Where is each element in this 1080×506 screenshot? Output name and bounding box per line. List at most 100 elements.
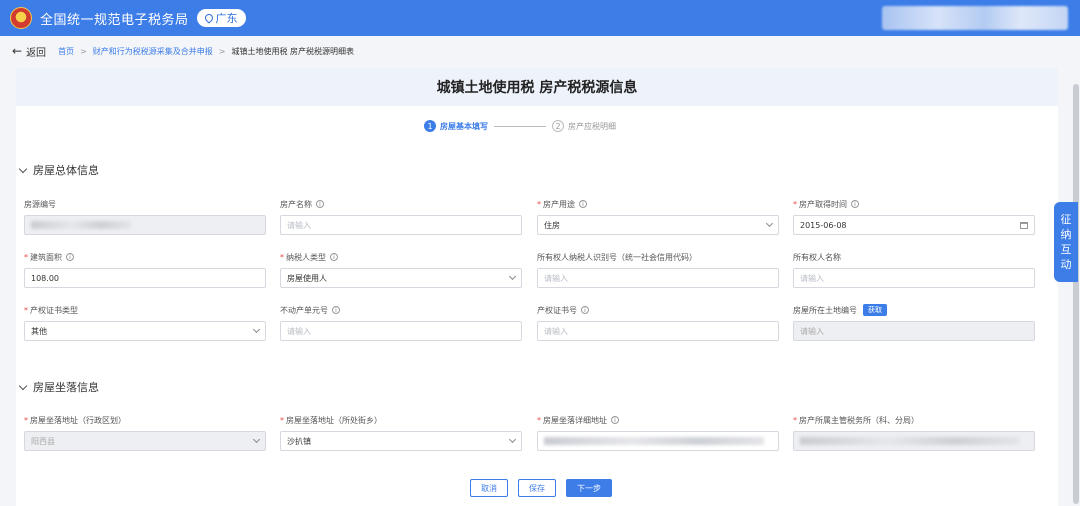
- cert-type-select[interactable]: 其他: [24, 321, 266, 341]
- breadcrumb-declaration[interactable]: 财产和行为税税源采集及合并申报: [93, 46, 213, 57]
- info-icon[interactable]: i: [581, 306, 589, 314]
- chevron-down-icon: [18, 164, 28, 173]
- label-admin-region: 房屋坐落地址（行政区划）: [30, 415, 126, 425]
- field-detail-addr: * 房屋坐落详细地址 i: [537, 414, 779, 451]
- taxpayer-type-select[interactable]: 房屋使用人: [280, 268, 522, 288]
- field-taxpayer-type: * 纳税人类型 i 房屋使用人: [280, 251, 522, 288]
- detail-addr-input[interactable]: [537, 431, 779, 451]
- field-cert-no: 产权证书号 i 请输入: [537, 304, 779, 341]
- step-connector: [494, 125, 546, 127]
- street-select[interactable]: 沙扒镇: [280, 431, 522, 451]
- label-street: 房屋坐落地址（所处街乡）: [286, 415, 382, 425]
- cert-no-input[interactable]: 请输入: [537, 321, 779, 341]
- chevron-down-icon: [252, 325, 261, 334]
- label-taxpayer-type: 纳税人类型: [286, 252, 326, 262]
- top-bar: 全国统一规范电子税务局 广东: [0, 0, 1080, 36]
- breadcrumb: 首页 > 财产和行为税税源采集及合并申报 > 城镇土地使用税 房产税税源明细表: [58, 46, 354, 57]
- tax-office-select: [793, 431, 1035, 451]
- back-label: 返回: [26, 47, 47, 59]
- label-cert-type: 产权证书类型: [30, 305, 78, 315]
- chevron-down-icon: [765, 219, 774, 228]
- admin-region-select: 阳西县: [24, 431, 266, 451]
- field-owner-id: 所有权人纳税人识别号（统一社会信用代码） 请输入: [537, 251, 779, 288]
- section-title-overall: 房屋总体信息: [33, 164, 99, 177]
- section-house-location[interactable]: 房屋坐落信息: [18, 379, 99, 395]
- field-property-use: * 房产用途 i 住房: [537, 198, 779, 235]
- label-property-name: 房产名称: [280, 199, 312, 209]
- chevron-down-icon: [252, 435, 261, 444]
- info-icon[interactable]: i: [332, 306, 340, 314]
- chevron-down-icon: [18, 381, 28, 390]
- label-land-no: 房屋所在土地编号: [793, 305, 857, 315]
- field-unit-no: 不动产单元号 i 请输入: [280, 304, 522, 341]
- step-1-number: 1: [424, 120, 436, 132]
- section-house-overall[interactable]: 房屋总体信息: [18, 162, 99, 178]
- unit-no-input[interactable]: 请输入: [280, 321, 522, 341]
- label-source-no: 房源编号: [24, 199, 56, 209]
- breadcrumb-separator: >: [218, 46, 226, 56]
- label-owner-name: 所有权人名称: [793, 252, 841, 262]
- field-admin-region: * 房屋坐落地址（行政区划） 阳西县: [24, 414, 266, 451]
- breadcrumb-bar: ← 返回 首页 > 财产和行为税税源采集及合并申报 > 城镇土地使用税 房产税税…: [0, 36, 1080, 66]
- chevron-down-icon: [508, 272, 517, 281]
- label-property-use: 房产用途: [543, 199, 575, 209]
- region-selector[interactable]: 广东: [196, 9, 246, 27]
- step-2-label[interactable]: 房产应税明细: [568, 121, 616, 132]
- save-button[interactable]: 保存: [518, 479, 556, 497]
- field-street: * 房屋坐落地址（所处街乡） 沙扒镇: [280, 414, 522, 451]
- location-icon: [202, 12, 215, 24]
- next-step-button[interactable]: 下一步: [566, 479, 612, 497]
- step-2-number: 2: [552, 120, 564, 132]
- area-input[interactable]: 108.00: [24, 268, 266, 288]
- back-button[interactable]: ← 返回: [12, 44, 46, 59]
- label-acquire-time: 房产取得时间: [799, 199, 847, 209]
- app-title: 全国统一规范电子税务局: [40, 12, 189, 28]
- step-1-label[interactable]: 房屋基本填写: [440, 121, 488, 132]
- field-acquire-time: * 房产取得时间 i 2015-06-08: [793, 198, 1035, 235]
- info-icon[interactable]: i: [330, 253, 338, 261]
- redacted-value: [544, 437, 764, 445]
- info-icon[interactable]: i: [66, 253, 74, 261]
- breadcrumb-current: 城镇土地使用税 房产税税源明细表: [231, 46, 355, 56]
- owner-id-input[interactable]: 请输入: [537, 268, 779, 288]
- owner-name-input[interactable]: 请输入: [793, 268, 1035, 288]
- redacted-value: [800, 437, 1020, 445]
- acquire-time-datepicker[interactable]: 2015-06-08: [793, 215, 1035, 235]
- breadcrumb-home[interactable]: 首页: [58, 46, 74, 57]
- calendar-icon[interactable]: [1020, 221, 1028, 229]
- info-icon[interactable]: i: [611, 416, 619, 424]
- tax-emblem-logo: [10, 7, 32, 29]
- scrollbar[interactable]: [1073, 84, 1079, 504]
- interaction-side-tab[interactable]: 征 纳 互 动: [1054, 202, 1078, 282]
- chevron-down-icon: [508, 435, 517, 444]
- source-no-input: [24, 215, 266, 235]
- back-arrow-icon: ←: [12, 44, 23, 58]
- field-owner-name: 所有权人名称 请输入: [793, 251, 1035, 288]
- label-unit-no: 不动产单元号: [280, 305, 328, 315]
- page-title: 城镇土地使用税 房产税税源信息: [436, 80, 638, 96]
- info-icon[interactable]: i: [579, 200, 587, 208]
- field-cert-type: * 产权证书类型 其他: [24, 304, 266, 341]
- label-detail-addr: 房屋坐落详细地址: [543, 415, 607, 425]
- section-title-location: 房屋坐落信息: [33, 381, 99, 394]
- info-icon[interactable]: i: [316, 200, 324, 208]
- user-info-area[interactable]: [882, 6, 1068, 30]
- card-header: 城镇土地使用税 房产税税源信息: [16, 68, 1058, 106]
- property-use-select[interactable]: 住房: [537, 215, 779, 235]
- field-area: * 建筑面积 i 108.00: [24, 251, 266, 288]
- info-icon[interactable]: i: [851, 200, 859, 208]
- field-tax-office: * 房产所属主管税务所（科、分局）: [793, 414, 1035, 451]
- label-cert-no: 产权证书号: [537, 305, 577, 315]
- label-area: 建筑面积: [30, 252, 62, 262]
- property-name-input[interactable]: 请输入: [280, 215, 522, 235]
- form-actions: 取消 保存 下一步: [470, 479, 612, 497]
- field-land-no: 房屋所在土地编号 获取 请输入: [793, 304, 1035, 341]
- label-tax-office: 房产所属主管税务所（科、分局）: [799, 415, 919, 425]
- field-property-name: 房产名称 i 请输入: [280, 198, 522, 235]
- region-label: 广东: [215, 12, 238, 25]
- step-indicator: 1 房屋基本填写 2 房产应税明细: [424, 120, 616, 132]
- fetch-button[interactable]: 获取: [863, 304, 887, 316]
- breadcrumb-separator: >: [80, 46, 87, 56]
- cancel-button[interactable]: 取消: [470, 479, 508, 497]
- label-owner-id: 所有权人纳税人识别号（统一社会信用代码）: [537, 252, 697, 262]
